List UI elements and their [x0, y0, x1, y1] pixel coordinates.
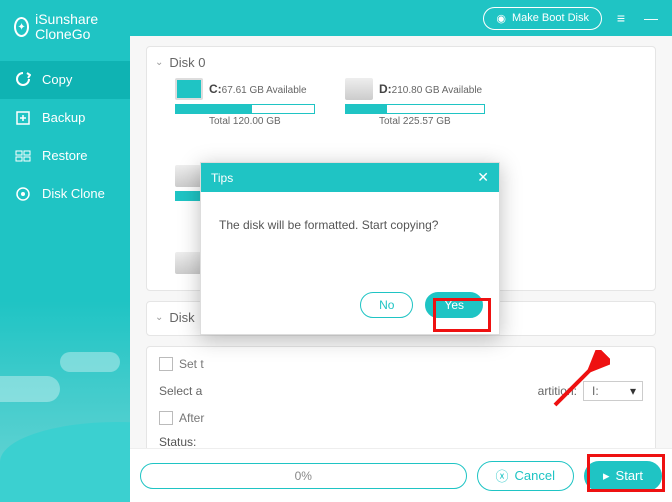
disk1-title: Disk — [169, 310, 194, 325]
partition-dropdown[interactable]: I: — [583, 381, 643, 401]
disk0-header[interactable]: ⌄ Disk 0 — [155, 55, 647, 70]
after-checkbox[interactable] — [159, 411, 173, 425]
boot-label: Make Boot Disk — [512, 12, 589, 24]
sidebar: ✦ iSunshare CloneGo Copy Backup Restor — [0, 0, 130, 502]
sidebar-item-restore[interactable]: Restore — [0, 137, 130, 175]
minimize-icon[interactable]: — — [640, 7, 662, 29]
partition-label: artition: — [538, 384, 577, 398]
topbar: ◉ Make Boot Disk ≡ — — [130, 0, 672, 36]
dialog-title: Tips — [211, 171, 233, 185]
cancel-icon: ⓧ — [496, 466, 509, 485]
restore-icon — [14, 147, 32, 165]
yes-button[interactable]: Yes — [425, 292, 483, 318]
drive-icon — [175, 252, 203, 274]
sidebar-item-label: Copy — [42, 72, 72, 87]
sidebar-item-label: Restore — [42, 148, 88, 163]
no-button[interactable]: No — [360, 292, 413, 318]
windows-drive-icon — [175, 78, 203, 100]
hill-decoration — [0, 422, 130, 502]
status-heading: Status: — [159, 435, 643, 448]
sidebar-item-diskclone[interactable]: Disk Clone — [0, 175, 130, 213]
close-icon[interactable]: ✕ — [477, 169, 489, 186]
after-label: After — [179, 411, 204, 425]
diskclone-icon — [14, 185, 32, 203]
disk0-title: Disk 0 — [169, 55, 205, 70]
cloud-decoration — [60, 352, 120, 372]
partition-d[interactable]: D:210.80 GB Available Total 225.57 GB — [345, 78, 485, 127]
cancel-button[interactable]: ⓧ Cancel — [477, 461, 574, 491]
sidebar-item-label: Disk Clone — [42, 186, 105, 201]
backup-icon — [14, 109, 32, 127]
options-panel: Set t Select a artition: I: After Status… — [146, 346, 656, 448]
chevron-down-icon: ⌄ — [155, 312, 163, 323]
chevron-down-icon: ⌄ — [155, 57, 163, 68]
app-name: iSunshare CloneGo — [35, 12, 120, 43]
drive-icon — [175, 165, 203, 187]
dialog-message: The disk will be formatted. Start copyin… — [201, 192, 499, 282]
select-label: Select a — [159, 384, 202, 398]
footer: 0% ⓧ Cancel ▸ Start — [130, 448, 672, 502]
menu-icon[interactable]: ≡ — [610, 7, 632, 29]
play-icon: ▸ — [603, 468, 610, 484]
drive-icon — [345, 78, 373, 100]
set-checkbox[interactable] — [159, 357, 173, 371]
app-logo: ✦ iSunshare CloneGo — [0, 0, 130, 53]
progress-bar: 0% — [140, 463, 467, 489]
tips-dialog: Tips ✕ The disk will be formatted. Start… — [200, 162, 500, 335]
logo-icon: ✦ — [14, 17, 29, 37]
set-label: Set t — [179, 357, 204, 371]
copy-icon — [14, 71, 32, 89]
make-boot-disk-button[interactable]: ◉ Make Boot Disk — [483, 7, 602, 30]
cloud-decoration — [0, 376, 60, 402]
status-block: Status: Total Size: 0 GB Have Copied: 0 … — [159, 435, 643, 448]
sidebar-item-label: Backup — [42, 110, 85, 125]
sidebar-item-copy[interactable]: Copy — [0, 61, 130, 99]
disk-icon: ◉ — [496, 12, 506, 25]
start-button[interactable]: ▸ Start — [584, 461, 662, 491]
partition-c[interactable]: C:67.61 GB Available Total 120.00 GB — [175, 78, 315, 127]
sidebar-item-backup[interactable]: Backup — [0, 99, 130, 137]
